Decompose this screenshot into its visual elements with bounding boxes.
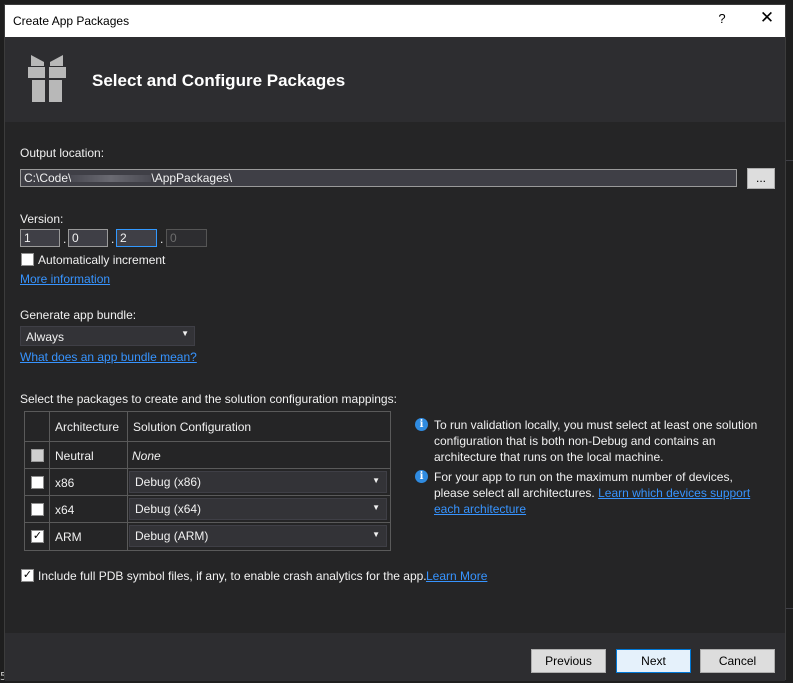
redacted-folder <box>71 175 152 183</box>
version-build-input[interactable]: 2 <box>116 229 157 247</box>
row-configuration-select-x64[interactable]: Debug (x64) ▼ <box>129 498 387 520</box>
package-gift-icon <box>27 52 67 107</box>
close-button[interactable]: ✕ <box>755 8 779 32</box>
column-header-architecture: Architecture <box>55 420 120 434</box>
row-architecture-arm: ARM <box>55 530 82 544</box>
validation-info-text: To run validation locally, you must sele… <box>434 418 758 464</box>
chevron-down-icon: ▼ <box>372 476 380 485</box>
editor-divider <box>786 160 793 161</box>
info-icon: i <box>415 470 428 483</box>
info-icon: i <box>415 418 428 431</box>
generate-bundle-label: Generate app bundle: <box>20 308 137 322</box>
row-configuration-x86: Debug (x86) <box>135 475 202 489</box>
app-bundle-help-link[interactable]: What does an app bundle mean? <box>20 350 197 364</box>
row-checkbox-arm[interactable]: ✓ <box>31 530 44 543</box>
row-checkbox-x86[interactable] <box>31 476 44 489</box>
title-bar: Create App Packages ? ✕ <box>5 5 785 37</box>
pdb-learn-more-link[interactable]: Learn More <box>426 569 487 583</box>
version-minor-input[interactable]: 0 <box>68 229 108 247</box>
pdb-label: Include full PDB symbol files, if any, t… <box>38 569 427 583</box>
row-configuration-arm: Debug (ARM) <box>135 529 209 543</box>
create-app-packages-dialog: Create App Packages ? ✕ Select and Confi… <box>4 4 786 681</box>
auto-increment-checkbox[interactable] <box>21 253 34 266</box>
devices-info-text: For your app to run on the maximum numbe… <box>434 469 769 517</box>
editor-divider <box>786 608 793 609</box>
next-button[interactable]: Next <box>616 649 691 673</box>
packages-grid: Architecture Solution Configuration Neut… <box>24 411 391 551</box>
help-button[interactable]: ? <box>713 11 731 31</box>
version-major-input[interactable]: 1 <box>20 229 60 247</box>
browse-button[interactable]: ... <box>747 168 775 189</box>
previous-button[interactable]: Previous <box>531 649 606 673</box>
row-configuration-x64: Debug (x64) <box>135 502 202 516</box>
column-header-configuration: Solution Configuration <box>133 420 252 434</box>
chevron-down-icon: ▼ <box>372 503 380 512</box>
row-configuration-select-x86[interactable]: Debug (x86) ▼ <box>129 471 387 493</box>
row-configuration-neutral: None <box>132 449 161 463</box>
version-separator: . <box>63 232 67 246</box>
version-revision-input: 0 <box>166 229 207 247</box>
chevron-down-icon: ▼ <box>181 329 189 338</box>
output-location-input[interactable]: C:\Code\ \AppPackages\ <box>20 169 737 187</box>
row-checkbox-x64[interactable] <box>31 503 44 516</box>
version-separator: . <box>111 232 115 246</box>
packages-label: Select the packages to create and the so… <box>20 392 397 406</box>
dialog-footer: Previous Next Cancel <box>5 633 785 681</box>
output-path-prefix: C:\Code\ <box>24 171 72 185</box>
row-architecture-x64: x64 <box>55 503 75 517</box>
dialog-header: Select and Configure Packages <box>5 37 785 122</box>
window-title: Create App Packages <box>13 14 130 28</box>
version-separator: . <box>160 232 164 246</box>
page-title: Select and Configure Packages <box>92 71 346 90</box>
dialog-content: Output location: C:\Code\ \AppPackages\ .… <box>5 122 785 633</box>
generate-bundle-select[interactable]: Always ▼ <box>20 326 195 346</box>
output-location-label: Output location: <box>20 146 105 160</box>
row-architecture-x86: x86 <box>55 476 75 490</box>
row-architecture-neutral: Neutral <box>55 449 94 463</box>
chevron-down-icon: ▼ <box>372 530 380 539</box>
cancel-button[interactable]: Cancel <box>700 649 775 673</box>
output-path-suffix: \AppPackages\ <box>151 171 233 185</box>
more-information-link[interactable]: More information <box>20 272 110 286</box>
row-checkbox-neutral <box>31 449 44 462</box>
generate-bundle-value: Always <box>26 330 65 344</box>
pdb-checkbox[interactable]: ✓ <box>21 569 34 582</box>
auto-increment-label: Automatically increment <box>38 253 166 267</box>
version-label: Version: <box>20 212 64 226</box>
row-configuration-select-arm[interactable]: Debug (ARM) ▼ <box>129 525 387 547</box>
